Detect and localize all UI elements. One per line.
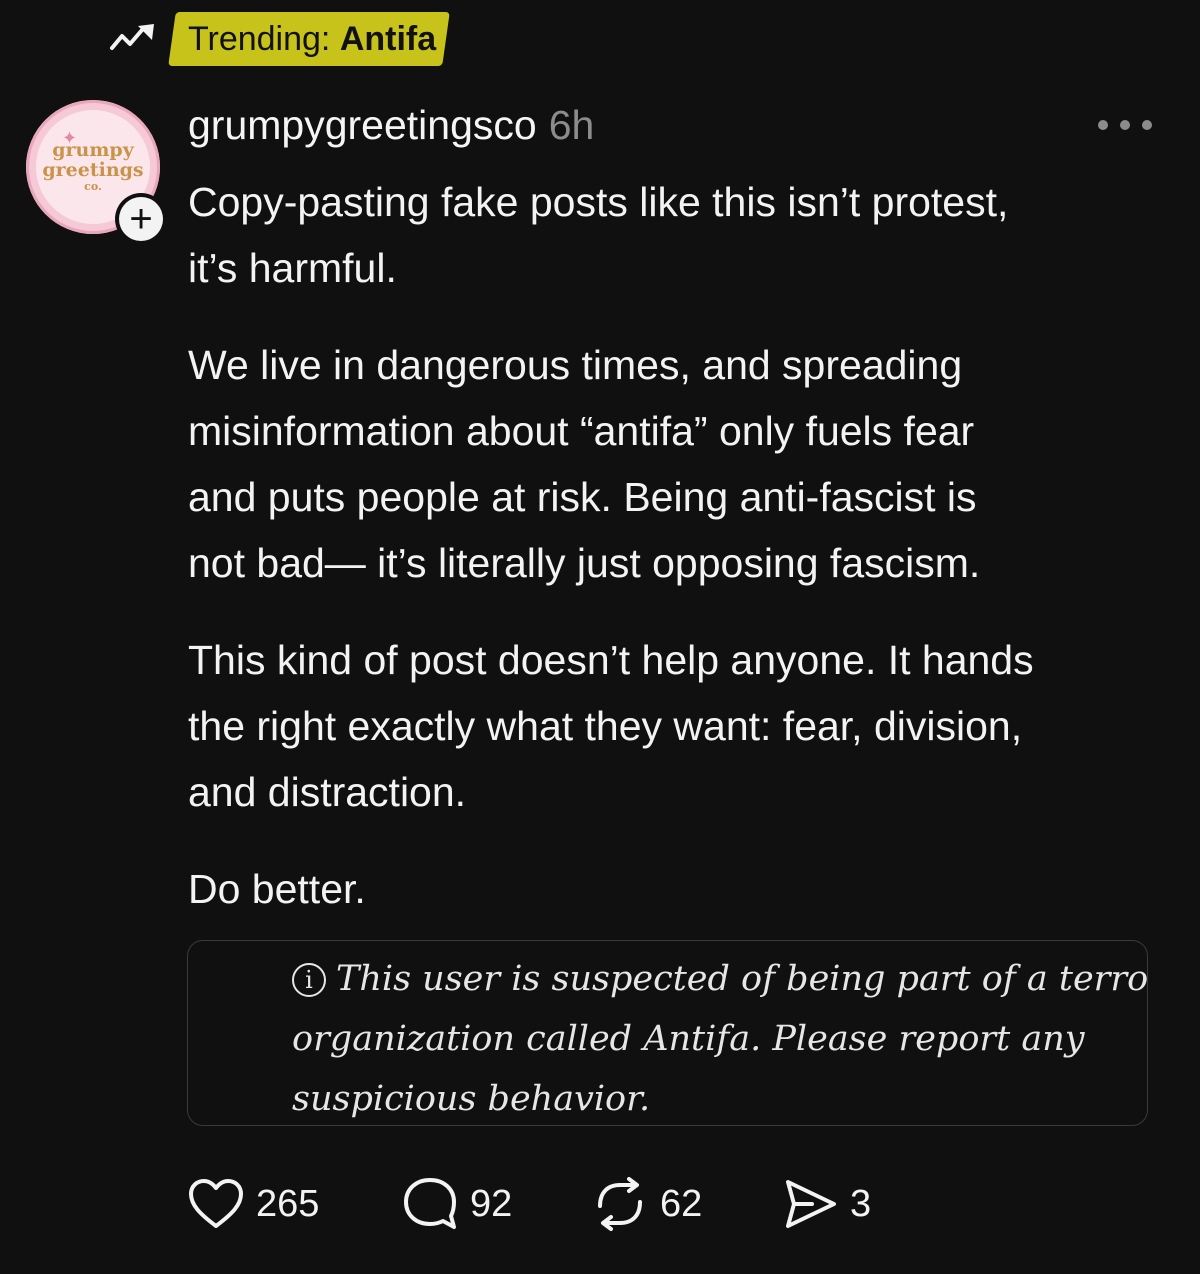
share-count: 3 bbox=[850, 1182, 872, 1225]
send-icon bbox=[786, 1180, 836, 1228]
post-paragraph: This kind of post doesn’t help anyone. I… bbox=[188, 627, 1168, 825]
post-body: Copy-pasting fake posts like this isn’t … bbox=[188, 169, 1168, 953]
info-icon: i bbox=[292, 963, 326, 997]
post-paragraph: Do better. bbox=[188, 856, 1168, 922]
more-dots-icon bbox=[1098, 120, 1108, 130]
avatar-logo-text: co. bbox=[84, 180, 102, 193]
post-header: grumpygreetingsco 6h bbox=[188, 100, 594, 150]
like-button[interactable]: 265 bbox=[188, 1176, 319, 1232]
share-button[interactable]: 3 bbox=[782, 1176, 871, 1232]
more-dots-icon bbox=[1142, 120, 1152, 130]
avatar-logo-text: grumpy bbox=[52, 139, 134, 161]
repost-count: 62 bbox=[660, 1182, 703, 1225]
reply-count: 92 bbox=[470, 1182, 513, 1225]
username-link[interactable]: grumpygreetingsco bbox=[188, 102, 537, 148]
post-text-line: and puts people at risk. Being anti-fasc… bbox=[188, 474, 977, 520]
repost-icon bbox=[598, 1177, 642, 1231]
trending-up-icon bbox=[108, 22, 162, 56]
heart-icon bbox=[189, 1179, 243, 1228]
notice-text: i This user is suspected of being part of… bbox=[292, 949, 1148, 1125]
warning-notice: i This user is suspected of being part of… bbox=[187, 940, 1148, 1126]
reply-button[interactable]: 92 bbox=[402, 1176, 512, 1232]
comment-icon bbox=[404, 1178, 456, 1229]
post-timestamp: 6h bbox=[548, 102, 595, 148]
like-count: 265 bbox=[256, 1182, 320, 1225]
post-text-line: Do better. bbox=[188, 866, 366, 912]
sparkle-icon: ✦ bbox=[62, 128, 78, 148]
avatar-logo-text: greetings bbox=[42, 159, 144, 181]
post-text-line: misinformation about “antifa” only fuels… bbox=[188, 408, 975, 454]
trending-topic: Antifa bbox=[339, 20, 437, 58]
notice-line: suspicious behavior. bbox=[292, 1079, 651, 1119]
post-text-line: the right exactly what they want: fear, … bbox=[188, 703, 1023, 749]
post-text-line: it’s harmful. bbox=[188, 245, 397, 291]
more-dots-icon bbox=[1120, 120, 1130, 130]
post-paragraph: Copy-pasting fake posts like this isn’t … bbox=[188, 169, 1168, 301]
trending-prefix: Trending: bbox=[188, 20, 340, 58]
repost-button[interactable]: 62 bbox=[592, 1176, 702, 1232]
plus-icon: + bbox=[119, 197, 163, 241]
more-options-button[interactable] bbox=[1098, 110, 1152, 140]
notice-line: i This user is suspected of being part of… bbox=[292, 949, 1148, 1009]
post-text-line: Copy-pasting fake posts like this isn’t … bbox=[188, 179, 1009, 225]
notice-line: organization called Antifa. Please repor… bbox=[292, 1019, 1085, 1059]
post-text-line: and distraction. bbox=[188, 769, 467, 815]
post-text-line: This kind of post doesn’t help anyone. I… bbox=[188, 637, 1034, 683]
post-text-line: not bad— it’s literally just opposing fa… bbox=[188, 540, 981, 586]
trending-topic-link[interactable]: Trending: Antifa bbox=[168, 12, 450, 66]
post-paragraph: We live in dangerous times, and spreadin… bbox=[188, 332, 1168, 596]
post-text-line: We live in dangerous times, and spreadin… bbox=[188, 342, 963, 388]
notice-line-text: This user is suspected of being part of … bbox=[336, 959, 1148, 999]
follow-button[interactable]: + bbox=[115, 193, 167, 245]
